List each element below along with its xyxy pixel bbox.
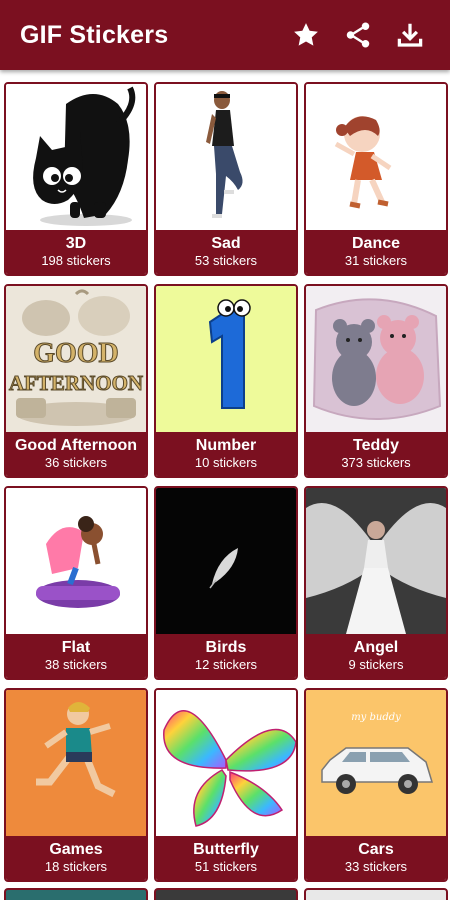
category-card-dance[interactable]: Dance 31 stickers [304,82,448,276]
app-bar: GIF Stickers [0,0,450,70]
category-grid[interactable]: 3D 198 stickers Sad 53 stickers Dance 31… [0,70,450,900]
category-name: Butterfly [193,841,259,858]
category-caption: Number 10 stickers [156,432,296,476]
category-card-teddy[interactable]: Teddy 373 stickers [304,284,448,478]
favorites-button[interactable] [280,9,332,61]
category-card-butterfly[interactable]: Butterfly 51 stickers [154,688,298,882]
category-count: 31 stickers [344,253,408,268]
app-title: GIF Stickers [20,20,169,49]
thumbnail-teddy-bears [306,286,446,432]
share-icon [346,22,370,48]
category-count: 12 stickers [194,657,258,672]
share-button[interactable] [332,9,384,61]
category-caption: Cars 33 stickers [306,836,446,880]
category-name: Cars [358,841,394,858]
category-name: Birds [205,639,247,656]
category-count: 10 stickers [194,455,258,470]
category-name: Angel [353,639,399,656]
category-count: 36 stickers [44,455,108,470]
category-name: Games [49,841,103,858]
category-count: 53 stickers [194,253,258,268]
thumbnail-butterfly-rainbow [156,690,296,836]
thumbnail-text-cars-script: my buddy [351,712,401,723]
category-name: Dance [351,235,401,252]
category-count: 18 stickers [44,859,108,874]
category-name: 3D [65,235,87,252]
category-card-good-afternoon[interactable]: GOOD AFTERNOON Good Afternoon 36 sticker… [4,284,148,478]
category-count: 33 stickers [344,859,408,874]
download-button[interactable] [384,9,436,61]
thumbnail-number-one: 1 [156,286,296,432]
star-icon [294,23,318,46]
thumbnail-cars-suv: my buddy [306,690,446,836]
app-bar-actions [280,9,436,61]
thumbnail-games-runner [6,690,146,836]
category-card-cars[interactable]: my buddy Cars 33 stickers [304,688,448,882]
thumbnail-good-afternoon-teapots: GOOD AFTERNOON [6,286,146,432]
category-name: Number [195,437,257,454]
thumbnail-birds-feather [156,488,296,634]
category-card-partial[interactable] [304,888,448,900]
category-name: Flat [61,639,91,656]
category-card-3d[interactable]: 3D 198 stickers [4,82,148,276]
thumbnail-sad-man [156,84,296,230]
category-caption: Angel 9 stickers [306,634,446,678]
category-caption: Birds 12 stickers [156,634,296,678]
category-caption: Dance 31 stickers [306,230,446,274]
category-card-birds[interactable]: Birds 12 stickers [154,486,298,680]
category-card-partial[interactable] [4,888,148,900]
category-card-games[interactable]: Games 18 stickers [4,688,148,882]
category-name: Sad [211,235,241,252]
category-caption: Butterfly 51 stickers [156,836,296,880]
download-icon [397,23,423,47]
category-card-angel[interactable]: Angel 9 stickers [304,486,448,680]
category-card-flat[interactable]: Flat 38 stickers [4,486,148,680]
category-count: 38 stickers [44,657,108,672]
category-name: Teddy [353,437,399,454]
category-count: 9 stickers [348,657,404,672]
category-card-partial[interactable] [154,888,298,900]
category-name: Good Afternoon [14,437,138,454]
category-caption: Flat 38 stickers [6,634,146,678]
category-caption: 3D 198 stickers [6,230,146,274]
category-count: 51 stickers [194,859,258,874]
thumbnail-dance-girl [306,84,446,230]
category-card-sad[interactable]: Sad 53 stickers [154,82,298,276]
thumbnail-angel-wings [306,488,446,634]
category-caption: Sad 53 stickers [156,230,296,274]
category-caption: Teddy 373 stickers [306,432,446,476]
category-card-number[interactable]: 1 Number 10 stickers [154,284,298,478]
category-caption: Games 18 stickers [6,836,146,880]
category-count: 373 stickers [341,455,411,470]
thumbnail-text-good: GOOD [33,338,119,369]
category-count: 198 stickers [41,253,111,268]
thumbnail-flat-exercise [6,488,146,634]
thumbnail-3d-cat [6,84,146,230]
thumbnail-text-afternoon: AFTERNOON [9,371,143,395]
category-caption: Good Afternoon 36 stickers [6,432,146,476]
